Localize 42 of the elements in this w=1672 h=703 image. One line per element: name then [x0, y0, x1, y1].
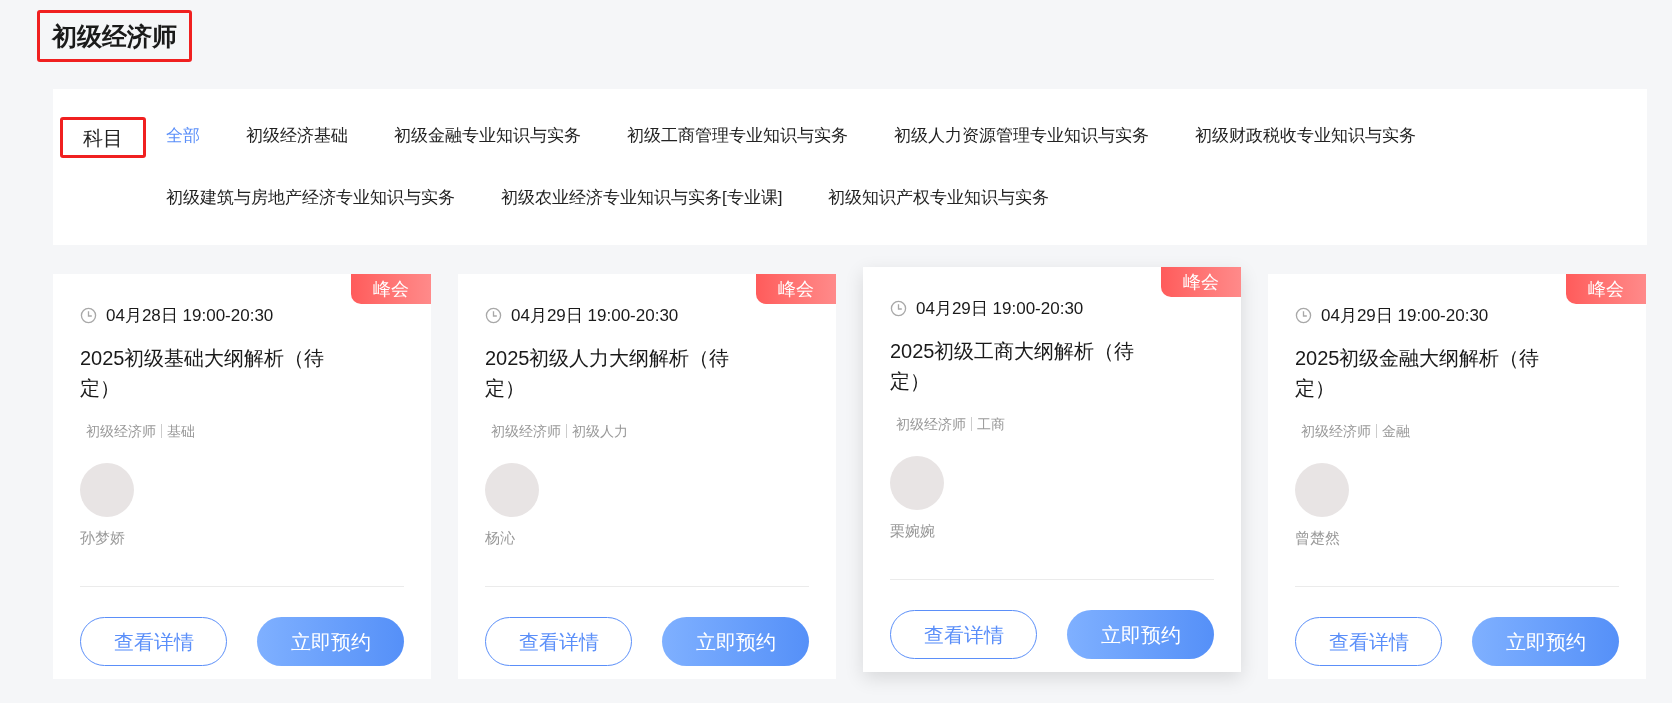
clock-icon [890, 300, 907, 318]
teacher-avatar [1295, 462, 1349, 517]
session-time: 04月29日 19:00-20:30 [1321, 305, 1489, 327]
course-tag: 初级人力 [572, 420, 628, 442]
subject-option[interactable]: 初级农业经济专业知识与实务[专业课] [501, 185, 783, 211]
subject-option[interactable]: 初级金融专业知识与实务 [394, 123, 581, 149]
course-tag: 初级经济师 [896, 413, 966, 435]
subject-option[interactable]: 初级人力资源管理专业知识与实务 [894, 123, 1149, 149]
teacher-avatar [890, 455, 944, 510]
course-tag: 金融 [1382, 420, 1410, 442]
clock-icon [1295, 307, 1312, 325]
teacher-name: 孙梦娇 [80, 527, 126, 548]
event-badge: 峰会 [1161, 267, 1241, 297]
course-tag: 初级经济师 [1301, 420, 1371, 442]
event-badge: 峰会 [351, 274, 431, 304]
session-time: 04月28日 19:00-20:30 [106, 305, 274, 327]
event-badge: 峰会 [756, 274, 836, 304]
session-time: 04月29日 19:00-20:30 [916, 298, 1084, 320]
teacher-avatar [80, 462, 134, 517]
course-title: 2025初级工商大纲解析（待定） [890, 338, 1136, 394]
filter-label: 科目 [60, 117, 146, 158]
clock-icon [80, 307, 97, 325]
course-tag: 初级经济师 [86, 420, 156, 442]
course-title: 2025初级金融大纲解析（待定） [1295, 345, 1541, 401]
subject-option[interactable]: 初级知识产权专业知识与实务 [828, 185, 1050, 211]
session-time: 04月29日 19:00-20:30 [511, 305, 679, 327]
course-tag: 基础 [167, 420, 195, 442]
teacher-name: 杨沁 [485, 527, 516, 548]
teacher-name: 曾楚然 [1295, 527, 1341, 548]
page-title: 初级经济师 [37, 10, 192, 62]
subject-option[interactable]: 初级建筑与房地产经济专业知识与实务 [166, 185, 455, 211]
subject-option[interactable]: 初级工商管理专业知识与实务 [627, 123, 848, 149]
course-tag: 初级经济师 [491, 420, 561, 442]
course-title: 2025初级基础大纲解析（待定） [80, 345, 326, 401]
subject-option[interactable]: 初级财政税收专业知识与实务 [1195, 123, 1416, 149]
event-badge: 峰会 [1566, 274, 1646, 304]
subject-option[interactable]: 初级经济基础 [246, 123, 348, 149]
teacher-avatar [485, 462, 539, 517]
course-tag: 工商 [977, 413, 1005, 435]
clock-icon [485, 307, 502, 325]
course-title: 2025初级人力大纲解析（待定） [485, 345, 731, 401]
teacher-name: 栗婉婉 [890, 520, 936, 541]
